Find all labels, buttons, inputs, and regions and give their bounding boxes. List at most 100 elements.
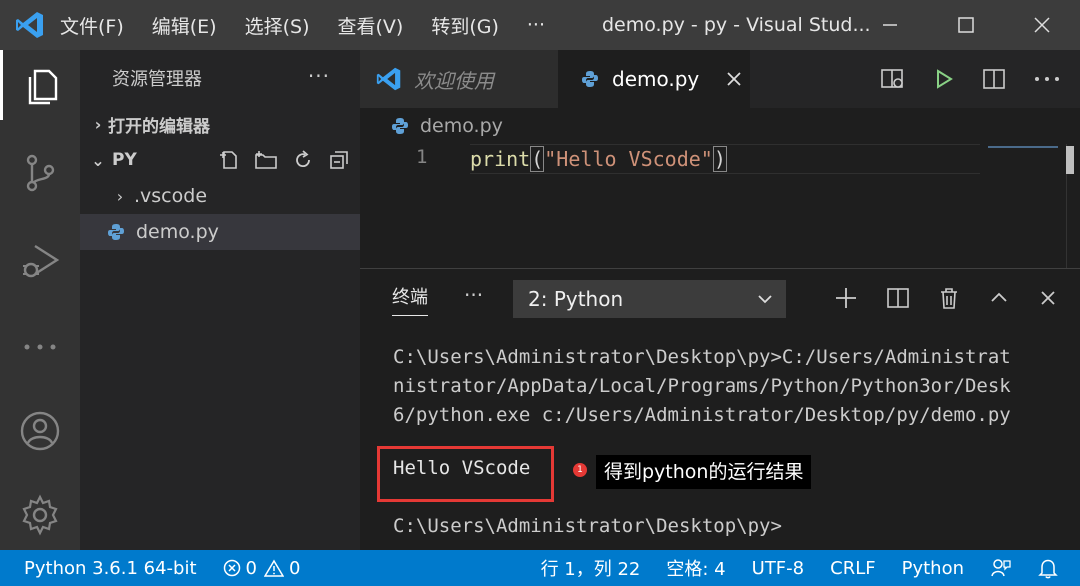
editor-tabs: 欢迎使用 demo.py [360, 50, 1080, 108]
panel-more-button[interactable]: ··· [464, 283, 483, 307]
open-preview-icon[interactable] [880, 67, 906, 91]
source-control-button[interactable] [0, 138, 80, 208]
code-editor[interactable]: 1 print("Hello VScode") [360, 144, 1080, 268]
terminal-panel: 终端 ··· 2: Python C:\Users\Administrator\… [360, 268, 1080, 550]
menu-go[interactable]: 转到(G) [431, 12, 499, 39]
chevron-down-icon [756, 280, 774, 330]
close-icon [1034, 17, 1050, 33]
tab-welcome-label: 欢迎使用 [414, 68, 494, 93]
activity-bar [0, 50, 80, 550]
run-icon[interactable] [934, 68, 954, 90]
trash-icon[interactable] [938, 286, 960, 310]
chevron-up-icon[interactable] [988, 287, 1010, 309]
chevron-right-icon: › [94, 114, 102, 134]
annotation-label: 得到python的运行结果 [596, 455, 812, 489]
terminal-line: 6/python.exe c:/Users/Administrator/Desk… [393, 404, 1011, 426]
git-branch-icon [26, 154, 55, 192]
title-bar: 文件(F) 编辑(E) 选择(S) 查看(V) 转到(G) ··· demo.p… [0, 0, 1080, 50]
new-folder-icon[interactable] [254, 149, 278, 171]
split-editor-icon[interactable] [982, 68, 1006, 90]
cursor-position[interactable]: 行 1，列 22 [541, 555, 641, 581]
language-mode[interactable]: Python [902, 558, 964, 579]
python-file-icon [392, 118, 408, 134]
warning-count: 0 [288, 557, 301, 579]
run-debug-button[interactable] [0, 226, 80, 296]
error-icon [223, 559, 240, 577]
collapse-all-icon[interactable] [328, 149, 350, 171]
new-terminal-icon[interactable] [834, 286, 858, 310]
error-count: 0 [245, 557, 257, 579]
ellipsis-icon [24, 344, 56, 350]
folder-py-section[interactable]: ⌄ PY [80, 142, 360, 178]
line-ending[interactable]: CRLF [830, 558, 875, 579]
files-icon [28, 69, 57, 105]
open-editors-label: 打开的编辑器 [108, 116, 210, 137]
minimap[interactable] [988, 146, 1058, 148]
new-file-icon[interactable] [218, 149, 240, 171]
tab-terminal[interactable]: 终端 [392, 283, 428, 316]
bell-icon[interactable] [1038, 557, 1058, 579]
tree-item-label: demo.py [136, 221, 219, 243]
menu-edit[interactable]: 编辑(E) [152, 12, 217, 39]
terminal-output[interactable]: C:\Users\Administrator\Desktop\py>C:/Use… [393, 343, 1053, 430]
line-number: 1 [416, 146, 428, 168]
accounts-button[interactable] [0, 396, 80, 466]
tree-item-demo-py[interactable]: demo.py [80, 214, 360, 250]
chevron-right-icon: › [116, 186, 124, 206]
gear-icon [22, 494, 58, 536]
maximize-button[interactable] [928, 0, 1004, 50]
explorer-more-button[interactable]: ··· [308, 64, 330, 88]
tab-welcome[interactable]: 欢迎使用 [360, 50, 558, 108]
python-interpreter[interactable]: Python 3.6.1 64-bit [24, 558, 197, 579]
breadcrumb[interactable]: demo.py [390, 108, 503, 144]
menu-file[interactable]: 文件(F) [60, 12, 124, 39]
indentation[interactable]: 空格: 4 [666, 555, 725, 581]
warning-icon [263, 559, 284, 577]
tab-demo-py[interactable]: demo.py [558, 50, 750, 108]
minimize-button[interactable] [852, 0, 928, 50]
python-file-icon [582, 71, 598, 87]
menu-more[interactable]: ··· [527, 14, 545, 36]
vscode-logo-icon [0, 0, 60, 50]
terminal-line: nistrator/AppData/Local/Programs/Python/… [393, 375, 1011, 397]
refresh-icon[interactable] [292, 149, 314, 171]
folder-label: PY [112, 150, 137, 170]
tab-demo-label: demo.py [612, 67, 700, 91]
program-output: Hello VScode [393, 457, 531, 479]
status-bar: Python 3.6.1 64-bit 0 0 行 1，列 22 空格: 4 U… [0, 550, 1080, 586]
more-actions-icon[interactable] [1034, 75, 1060, 83]
explorer-sidebar: 资源管理器 ··· › 打开的编辑器 ⌄ PY › .vscode demo.p… [80, 50, 360, 550]
explorer-button[interactable] [0, 50, 80, 120]
close-panel-icon[interactable] [1038, 288, 1058, 308]
open-editors-section[interactable]: › 打开的编辑器 [80, 106, 360, 142]
menu-selection[interactable]: 选择(S) [245, 12, 310, 39]
panel-header: 终端 ··· 2: Python [360, 269, 1080, 327]
terminal-select-value: 2: Python [528, 287, 624, 311]
terminal-prompt: C:\Users\Administrator\Desktop\py> [393, 515, 782, 537]
editor-scrollbar[interactable] [1066, 144, 1080, 268]
maximize-icon [958, 17, 974, 33]
problems-indicator[interactable]: 0 0 [223, 557, 301, 579]
terminal-select[interactable]: 2: Python [513, 280, 786, 318]
vscode-logo-icon [376, 67, 401, 91]
breadcrumb-file: demo.py [420, 115, 503, 137]
code-function: print [470, 147, 531, 171]
more-views-button[interactable] [0, 312, 80, 382]
feedback-icon[interactable] [990, 557, 1012, 579]
code-paren-open: ( [530, 146, 545, 172]
close-tab-icon[interactable] [725, 70, 743, 88]
close-window-button[interactable] [1004, 0, 1080, 50]
code-line[interactable]: print("Hello VScode") [470, 144, 980, 174]
explorer-title: 资源管理器 [112, 69, 202, 90]
menu-bar: 文件(F) 编辑(E) 选择(S) 查看(V) 转到(G) ··· [60, 0, 573, 50]
scrollbar-thumb[interactable] [1066, 146, 1074, 174]
debug-icon [23, 244, 60, 278]
tree-item-vscode[interactable]: › .vscode [80, 178, 360, 214]
chevron-down-icon: ⌄ [91, 150, 105, 170]
account-icon [20, 411, 60, 451]
encoding[interactable]: UTF-8 [752, 558, 804, 579]
settings-button[interactable] [0, 480, 80, 550]
tree-item-label: .vscode [134, 185, 208, 207]
menu-view[interactable]: 查看(V) [338, 12, 404, 39]
split-terminal-icon[interactable] [886, 287, 910, 309]
